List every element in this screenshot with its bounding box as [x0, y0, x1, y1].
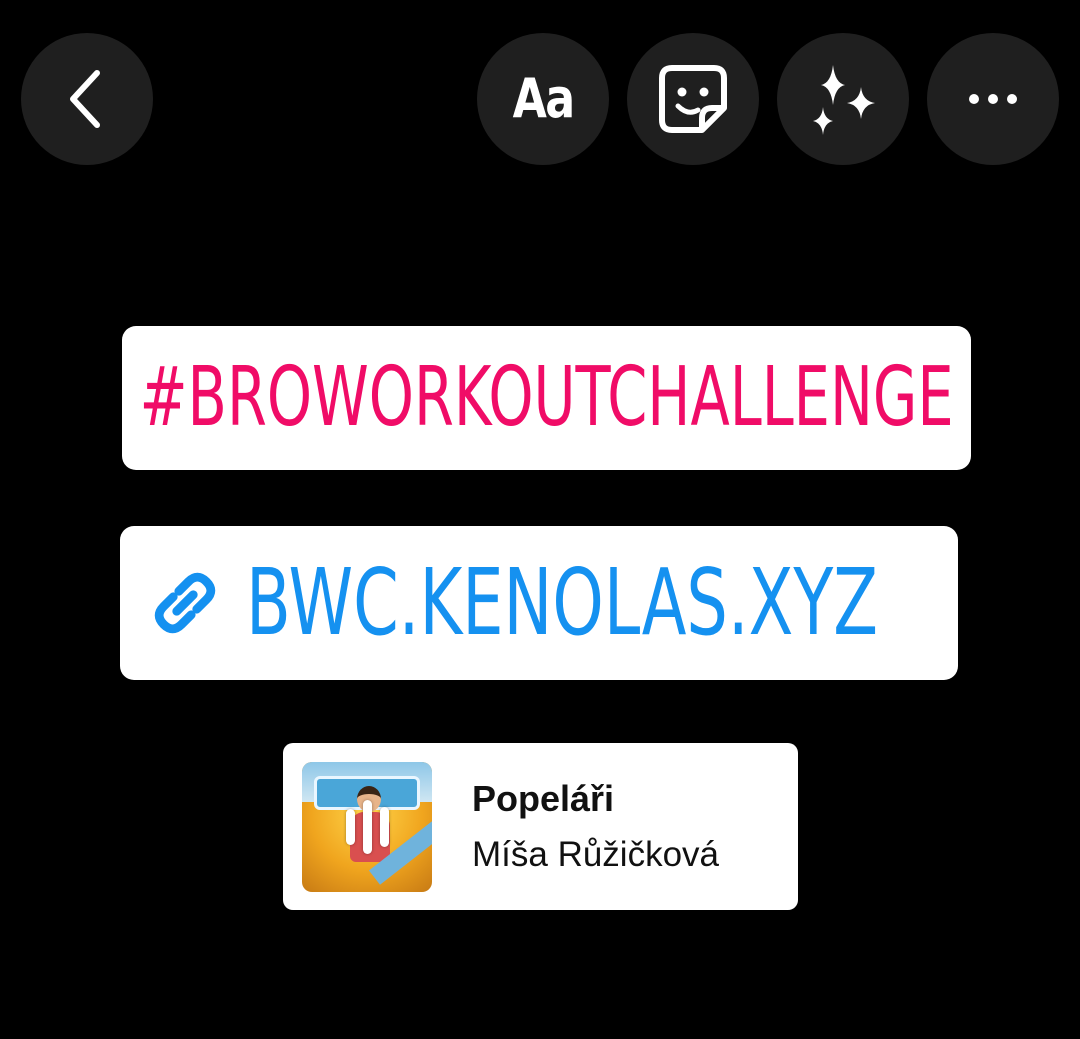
more-options-button[interactable] [927, 33, 1059, 165]
link-sticker[interactable]: BWC.KENOLAS.XYZ [120, 526, 958, 680]
chevron-left-icon [70, 70, 100, 128]
music-info: Popeláři Míša Růžičková [472, 777, 719, 876]
link-text: BWC.KENOLAS.XYZ [246, 549, 879, 656]
more-horizontal-icon [969, 94, 1017, 104]
sparkles-icon [813, 65, 875, 135]
text-tool-label: Aa [512, 67, 576, 130]
music-sticker[interactable]: Popeláři Míša Růžičková [283, 743, 798, 910]
song-artist: Míša Růžičková [472, 835, 720, 875]
audio-bars-icon [302, 762, 432, 892]
sticker-icon [659, 65, 727, 133]
effects-button[interactable] [777, 33, 909, 165]
text-tool-button[interactable]: Aa [477, 33, 609, 165]
hashtag-sticker[interactable]: #BROWORKOUTCHALLENGE [122, 326, 971, 470]
sticker-button[interactable] [627, 33, 759, 165]
back-button[interactable] [21, 33, 153, 165]
hashtag-text: #BROWORKOUTCHALLENGE [139, 350, 954, 445]
album-art [302, 761, 432, 892]
song-title: Popeláři [472, 777, 615, 819]
link-icon [154, 572, 216, 634]
